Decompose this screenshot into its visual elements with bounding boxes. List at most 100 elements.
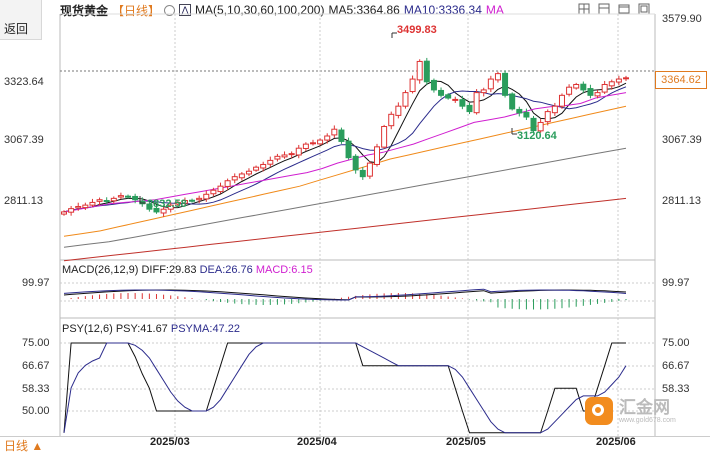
- candle-body: [75, 205, 82, 209]
- candle-body: [217, 185, 224, 193]
- psy-axis-right-1: 75.00: [662, 337, 690, 349]
- left-price-3: 2811.13: [4, 195, 43, 207]
- candle-body: [238, 173, 245, 179]
- candle-body: [338, 129, 345, 142]
- candle-body: [530, 117, 537, 132]
- candle-body: [494, 73, 501, 81]
- candle-body: [274, 155, 281, 160]
- psyma-value: PSYMA:47.22: [170, 323, 240, 335]
- candle-body: [551, 105, 558, 114]
- candle-body: [523, 111, 530, 118]
- candle-body: [231, 176, 238, 181]
- date-label-mar: 2025/03: [150, 436, 190, 448]
- candle-body: [352, 155, 359, 171]
- logo-subtext: www.gold678.com: [619, 416, 676, 424]
- psy-axis-left-1: 75.00: [22, 337, 50, 349]
- early-low-annotation: 2832.58: [147, 198, 187, 210]
- candle-body: [566, 86, 573, 95]
- candle-body: [224, 180, 231, 187]
- psy-value: PSY:41.67: [115, 323, 168, 335]
- candle-body: [203, 193, 210, 200]
- candle-body: [438, 89, 445, 96]
- candle-body: [196, 197, 203, 201]
- psy-legend: PSY(12,6) PSY:41.67 PSYMA:47.22: [62, 323, 240, 335]
- moving-average-lines: [63, 80, 627, 262]
- candle-body: [502, 72, 509, 96]
- candle-body: [331, 128, 338, 136]
- candle-body: [288, 153, 295, 156]
- macd-value: MACD:6.15: [255, 264, 313, 276]
- candle-body: [317, 139, 324, 145]
- macd-legend: MACD(26,12,9) DIFF:29.83 DEA:26.76 MACD:…: [62, 264, 313, 276]
- low-annotation: 3120.64: [517, 130, 557, 142]
- candle-body: [89, 201, 96, 206]
- candle-body: [459, 99, 466, 107]
- left-price-1: 3323.64: [4, 76, 44, 88]
- ma10-line: [63, 86, 627, 213]
- candle-body: [509, 93, 516, 110]
- candle-body: [623, 77, 629, 80]
- candle-body: [452, 98, 459, 101]
- candle-body: [480, 89, 487, 94]
- candle-body: [117, 195, 124, 198]
- candle-body: [402, 92, 409, 107]
- macd-diff-line: [63, 289, 627, 301]
- macd-dea: DEA:26.76: [199, 264, 253, 276]
- macd-diff: DIFF:29.83: [141, 264, 197, 276]
- price-axis-low: 2811.13: [662, 195, 701, 207]
- candle-body: [516, 108, 523, 114]
- candle-body: [430, 79, 437, 91]
- candle-body: [309, 142, 316, 145]
- candle-body: [374, 146, 381, 165]
- psy-panel: [63, 342, 627, 434]
- date-label-may: 2025/05: [446, 436, 486, 448]
- candle-body: [423, 60, 430, 83]
- candle-body: [281, 154, 288, 158]
- candle-body: [388, 113, 395, 127]
- candle-body: [473, 92, 480, 114]
- gold678-logo: 汇金网 www.gold678.com: [585, 394, 695, 428]
- candle-body: [359, 169, 366, 178]
- candle-body: [61, 211, 67, 215]
- candle-body: [594, 92, 601, 97]
- candle-body: [580, 83, 587, 91]
- candle-body: [608, 81, 615, 87]
- candle-body: [558, 94, 565, 107]
- candle-body: [466, 104, 473, 113]
- candle-body: [82, 204, 89, 209]
- logo-mark-icon: [585, 397, 613, 425]
- macd-label: MACD(26,12,9): [62, 264, 139, 276]
- macd-axis-left: 99.97: [22, 277, 50, 289]
- candle-body: [302, 143, 309, 149]
- date-label-jun: 2025/06: [596, 436, 636, 448]
- psyma-line: [63, 342, 627, 434]
- candle-body: [253, 166, 260, 171]
- price-axis-mid: 3067.39: [662, 134, 702, 146]
- kline-chart[interactable]: [0, 0, 710, 452]
- candle-body: [96, 199, 103, 202]
- candle-body: [487, 78, 494, 90]
- candle-body: [615, 78, 622, 83]
- candle-body: [125, 195, 132, 198]
- psy-axis-right-2: 66.67: [662, 360, 690, 372]
- candle-body: [445, 94, 452, 99]
- psy-axis-left-4: 50.00: [22, 405, 50, 417]
- candle-body: [267, 159, 274, 165]
- candle-body: [189, 199, 196, 202]
- price-axis-top: 3579.90: [662, 13, 702, 25]
- psy-axis-left-2: 66.67: [22, 360, 50, 372]
- candle-body: [260, 163, 267, 169]
- high-annotation: 3499.83: [397, 24, 437, 36]
- candle-body: [587, 88, 594, 96]
- macd-axis-right: 99.97: [662, 277, 690, 289]
- candle-body: [544, 111, 551, 123]
- period-dropdown[interactable]: 日线 ▲: [4, 437, 43, 454]
- psy-axis-left-3: 58.33: [22, 383, 50, 395]
- candle-body: [245, 170, 252, 175]
- current-price-tag: 3364.62: [655, 71, 707, 89]
- candle-body: [345, 140, 352, 159]
- ma30-line: [63, 92, 627, 213]
- candle-body: [601, 83, 608, 93]
- left-price-2: 3067.39: [4, 134, 44, 146]
- candle-body: [324, 135, 331, 141]
